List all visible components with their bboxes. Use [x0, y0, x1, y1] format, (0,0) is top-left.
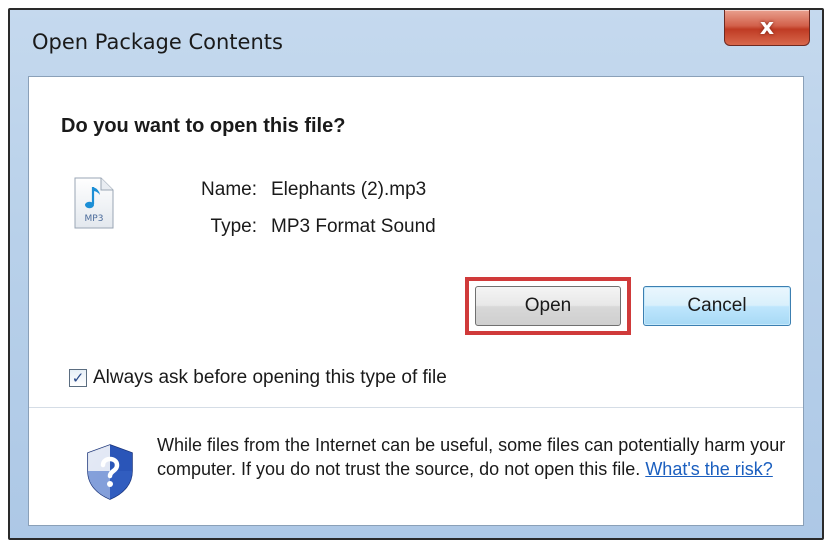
type-value: MP3 Format Sound [271, 216, 436, 237]
always-ask-option[interactable]: ✓ Always ask before opening this type of… [69, 367, 447, 389]
name-value: Elephants (2).mp3 [271, 179, 427, 200]
always-ask-label: Always ask before opening this type of f… [93, 367, 447, 388]
title-bar: Open Package Contents x [10, 10, 822, 72]
dialog-question: Do you want to open this file? [61, 115, 346, 137]
whats-the-risk-link[interactable]: What's the risk? [645, 459, 772, 479]
window-title: Open Package Contents [32, 30, 283, 54]
cancel-button[interactable]: Cancel [643, 286, 791, 326]
open-button[interactable]: Open [475, 286, 621, 326]
section-divider [29, 407, 803, 408]
always-ask-checkbox[interactable]: ✓ [69, 369, 87, 387]
close-icon: x [759, 15, 775, 40]
dialog-window: Open Package Contents x Do you want to o… [8, 8, 824, 540]
shield-question-icon [87, 444, 133, 500]
security-warning: While files from the Internet can be use… [157, 433, 797, 481]
name-label: Name: [201, 179, 257, 200]
close-button[interactable]: x [724, 10, 810, 46]
checkmark-icon: ✓ [71, 368, 85, 387]
file-icon-caption: MP3 [85, 214, 104, 224]
mp3-file-icon: MP3 [74, 177, 114, 229]
type-label: Type: [210, 216, 257, 237]
dialog-content: Do you want to open this file? MP3 Name:… [28, 76, 804, 526]
